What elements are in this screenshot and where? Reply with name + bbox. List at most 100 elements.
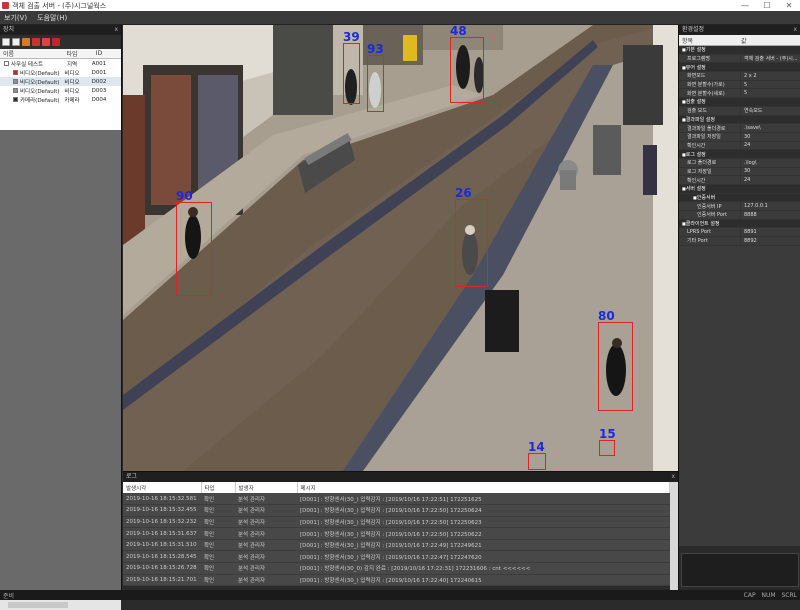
- property-value[interactable]: .\log\: [741, 160, 800, 166]
- property-row[interactable]: 화면 분할수(세로) 5: [679, 89, 800, 99]
- property-category[interactable]: ■ 결과파일 설정: [679, 115, 800, 125]
- col-source[interactable]: 발생자: [235, 482, 298, 493]
- col-time[interactable]: 발생시각: [123, 482, 202, 493]
- scrollbar-thumb[interactable]: [8, 602, 68, 608]
- property-value[interactable]: .\save\: [741, 125, 800, 131]
- property-value[interactable]: 8892: [741, 238, 800, 244]
- delete-icon[interactable]: [52, 38, 60, 46]
- maximize-button[interactable]: ☐: [756, 0, 778, 11]
- property-value[interactable]: 객체 검출 서버 - (주)시...: [741, 55, 800, 62]
- property-key-cell: ■ 뷰어 설정: [679, 63, 706, 71]
- log-row[interactable]: 2019-10-16 18:15:26.728 확인 분석 관리자 [D001] : …: [123, 562, 670, 575]
- key-indicators: CAP NUM SCRL: [740, 592, 797, 599]
- log-source: 분석 관리자: [235, 493, 297, 506]
- property-value[interactable]: 8888: [741, 212, 800, 218]
- log-vertical-scrollbar[interactable]: [670, 482, 678, 590]
- property-row[interactable]: 검출 모드 연속모드: [679, 106, 800, 116]
- device-tree-row[interactable]: 비디오(Default) 비디오 D001: [0, 68, 121, 77]
- col-value[interactable]: 값: [741, 36, 747, 45]
- log-panel-close-icon[interactable]: x: [671, 472, 678, 482]
- device-tree[interactable]: 사무실 테스트 지역 A001 비디오(Default) 비디오 D001 비디오(Defa…: [0, 59, 121, 130]
- property-value[interactable]: 127.0.0.1: [741, 203, 800, 209]
- log-source: 분석 관리자: [235, 539, 297, 552]
- property-row[interactable]: 확인시간 24: [679, 176, 800, 185]
- log-row[interactable]: 2019-10-16 18:15:32.232 확인 분석 관리자 [D001] : …: [123, 516, 670, 529]
- property-row[interactable]: 화면모드 2 x 2: [679, 72, 800, 81]
- property-grid[interactable]: ■ 기본 설정 프로그램명 객체 검출 서버 - (주)시... ■ 뷰어 설정 화면모…: [679, 46, 800, 546]
- status-bar: 준비 CAP NUM SCRL: [0, 590, 800, 600]
- property-value[interactable]: 5: [741, 90, 800, 96]
- menu-view[interactable]: 보기(V): [4, 13, 27, 23]
- property-category[interactable]: ■ 인증서버: [679, 193, 800, 203]
- property-category[interactable]: ■ 서버 설정: [679, 185, 800, 194]
- property-value[interactable]: 2 x 2: [741, 73, 800, 79]
- col-log-type[interactable]: 타입: [201, 482, 236, 493]
- col-type[interactable]: 타입: [60, 49, 84, 58]
- property-row[interactable]: 프로그램명 객체 검출 서버 - (주)시...: [679, 54, 800, 64]
- add-region-icon[interactable]: [2, 38, 10, 46]
- property-value[interactable]: 연속모드: [741, 107, 800, 114]
- property-category[interactable]: ■ 클라이언트 설정: [679, 219, 800, 229]
- property-value[interactable]: 30: [741, 168, 800, 174]
- property-row[interactable]: 기타 Port 8892: [679, 237, 800, 246]
- property-value[interactable]: 24: [741, 142, 800, 148]
- property-category[interactable]: ■ 기본 설정: [679, 46, 800, 55]
- device-panel-close-icon[interactable]: x: [114, 25, 121, 35]
- add-device-icon[interactable]: [12, 38, 20, 46]
- col-message[interactable]: 메시지: [297, 482, 670, 493]
- log-message: [D001] : 방향센서(30_) 입력감지 : [2019/10/16 17…: [297, 574, 670, 587]
- device-name-cell: 비디오(Default): [0, 78, 60, 86]
- device-tree-row[interactable]: 카메라(Default) 카메라 D004: [0, 95, 121, 104]
- log-row[interactable]: 2019-10-16 18:15:31.510 확인 분석 관리자 [D001] : …: [123, 539, 670, 552]
- property-grid-empty: [679, 245, 800, 546]
- property-row[interactable]: 로그 저장일 30: [679, 167, 800, 177]
- property-row[interactable]: 인증서버 IP 127.0.0.1: [679, 202, 800, 212]
- col-item[interactable]: 항목: [679, 36, 741, 45]
- property-value[interactable]: 30: [741, 134, 800, 140]
- detection-box: [450, 37, 484, 103]
- property-row[interactable]: LPRS Port 8891: [679, 228, 800, 238]
- property-key-cell: ■ 검출 설정: [679, 98, 706, 106]
- log-type: 확인: [201, 550, 235, 564]
- property-row[interactable]: 화면 분할수(가로) 5: [679, 80, 800, 90]
- property-row[interactable]: 인증서버 Port 8888: [679, 211, 800, 220]
- device-tree-row[interactable]: 사무실 테스트 지역 A001: [0, 59, 121, 68]
- col-id[interactable]: ID: [84, 50, 114, 57]
- property-value[interactable]: 5: [741, 82, 800, 88]
- property-row[interactable]: 로그 폴더경로 .\log\: [679, 158, 800, 168]
- property-key: 결과파일 설정: [685, 116, 715, 123]
- property-row[interactable]: 결과파일 폴더경로 .\save\: [679, 124, 800, 133]
- device-id: D001: [91, 69, 107, 76]
- property-key-cell: LPRS Port: [679, 228, 741, 237]
- col-name[interactable]: 이름: [0, 49, 60, 58]
- minimize-button[interactable]: —: [734, 0, 756, 11]
- log-row[interactable]: 2019-10-16 18:15:32.455 확인 분석 관리자 [D001] : …: [123, 504, 670, 517]
- log-type: 확인: [201, 504, 235, 517]
- property-value[interactable]: 24: [741, 177, 800, 183]
- stop-icon[interactable]: [42, 38, 50, 46]
- log-row[interactable]: 2019-10-16 18:15:21.701 확인 분석 관리자 [D001] : …: [123, 574, 670, 587]
- property-category[interactable]: ■ 검출 설정: [679, 98, 800, 107]
- device-tree-row[interactable]: 비디오(Default) 비디오 D003: [0, 86, 121, 95]
- device-id: D003: [91, 87, 107, 94]
- log-row[interactable]: 2019-10-16 18:15:32.581 확인 분석 관리자 [D001] : …: [123, 493, 670, 506]
- menu-help[interactable]: 도움말(H): [37, 13, 67, 23]
- video-view[interactable]: 39 93 48 90 26 80 14 15: [123, 25, 678, 471]
- record-icon[interactable]: [32, 38, 40, 46]
- property-value[interactable]: 8891: [741, 229, 800, 235]
- settings-panel-close-icon[interactable]: x: [793, 25, 800, 35]
- log-table[interactable]: 발생시각 타입 발생자 메시지 2019-10-16 18:15:32.581 확…: [123, 482, 670, 587]
- property-key: 로그 저장일: [687, 168, 712, 175]
- property-row[interactable]: 확인시간 24: [679, 141, 800, 151]
- property-category[interactable]: ■ 로그 설정: [679, 150, 800, 159]
- log-type: 확인: [201, 539, 235, 552]
- detection-id-label: 39: [343, 30, 360, 44]
- close-button[interactable]: ✕: [778, 0, 800, 11]
- log-row[interactable]: 2019-10-16 18:15:31.637 확인 분석 관리자 [D001] : …: [123, 527, 670, 540]
- property-category[interactable]: ■ 뷰어 설정: [679, 63, 800, 73]
- device-tree-row[interactable]: 비디오(Default) 비디오 D002: [0, 77, 121, 86]
- property-row[interactable]: 결과파일 저장일 30: [679, 132, 800, 142]
- log-row[interactable]: 2019-10-16 18:15:28.545 확인 분석 관리자 [D001] : …: [123, 550, 670, 564]
- horizontal-scrollbar[interactable]: [0, 600, 121, 610]
- play-icon[interactable]: [22, 38, 30, 46]
